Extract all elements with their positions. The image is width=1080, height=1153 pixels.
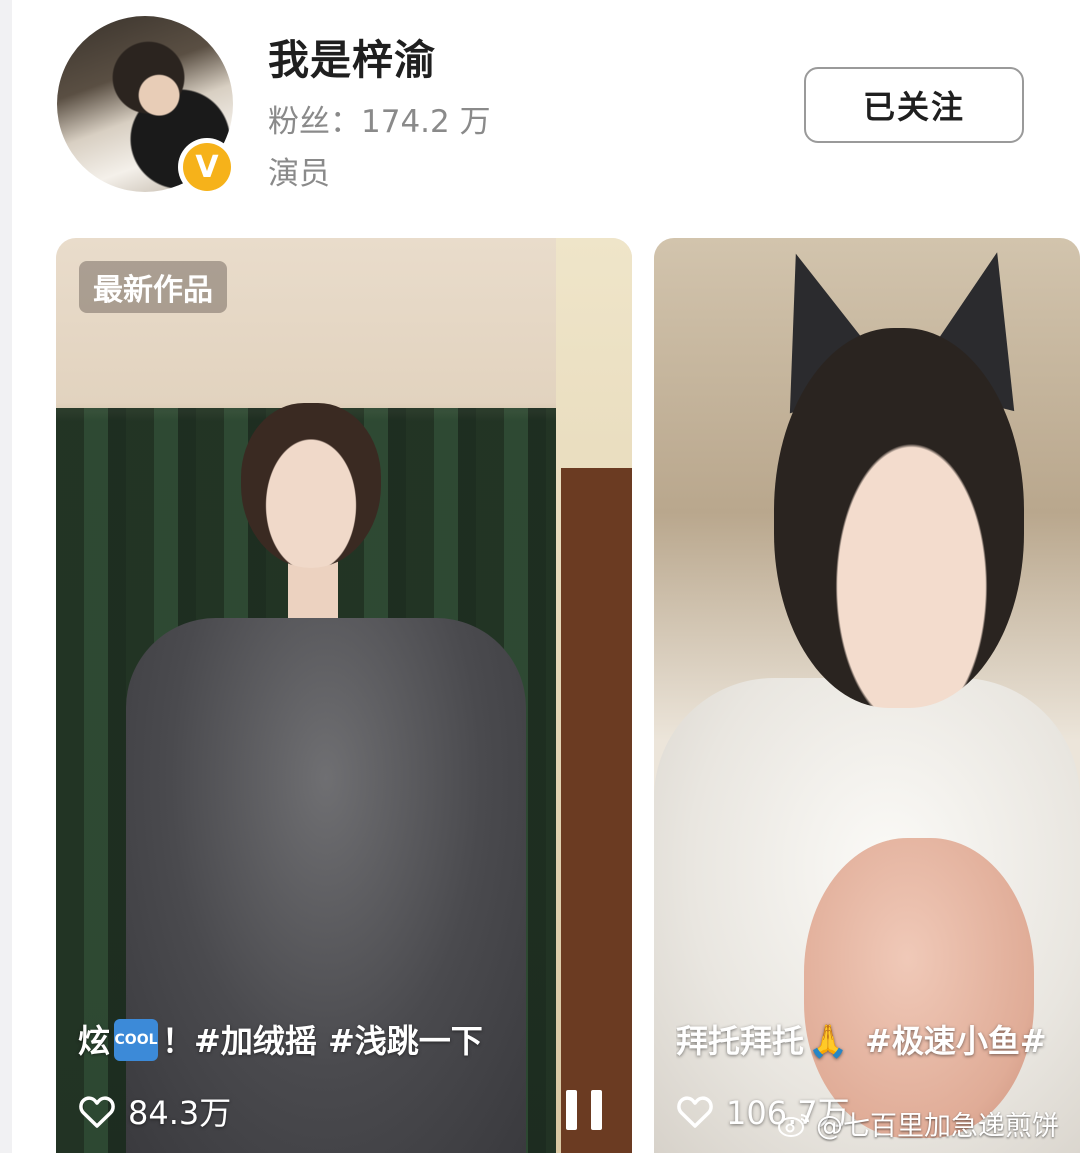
followers-value: 174.2 万 (361, 104, 491, 140)
profession-label: 演员 (268, 156, 330, 192)
pray-emoji-icon: 🙏 (808, 1022, 848, 1060)
like-count-text: 84.3万 (128, 1094, 232, 1132)
cool-emoji-icon: COOL (114, 1019, 159, 1061)
verified-badge-icon: V (178, 138, 236, 196)
video-thumbnail-person-head (774, 328, 1024, 708)
profile-name[interactable]: 我是梓渝 (268, 26, 436, 86)
video-thumbnail-person-head (241, 403, 381, 568)
weibo-watermark: @七百里加急递煎饼 (776, 1104, 1059, 1143)
watermark-text: @七百里加急递煎饼 (816, 1111, 1059, 1142)
video-caption-1[interactable]: 炫 COOL ！#加绒摇 #浅跳一下 (78, 1016, 483, 1067)
latest-work-tag: 最新作品 (79, 261, 227, 313)
following-button[interactable]: 已关注 (804, 67, 1024, 143)
verified-v-icon: V (183, 143, 231, 191)
pause-icon[interactable] (566, 1090, 602, 1130)
video-thumbnail-person-body (126, 618, 526, 1153)
heart-icon (677, 1096, 713, 1128)
caption-hashtags: ！#加绒摇 #浅跳一下 (162, 1022, 483, 1060)
caption-hashtags: #极速小鱼# (853, 1022, 1047, 1060)
video-caption-2[interactable]: 拜托拜托 🙏 #极速小鱼# (676, 1016, 1076, 1064)
followers-count: 粉丝：174.2 万 (268, 96, 491, 141)
video-thumbnail-door (561, 468, 632, 1153)
followers-label: 粉丝： (268, 104, 361, 140)
like-count-1[interactable]: 84.3万 (78, 1088, 231, 1134)
weibo-icon (778, 1113, 809, 1137)
heart-icon (79, 1096, 115, 1128)
caption-text: 炫 (78, 1022, 111, 1060)
page-edge (0, 0, 12, 1153)
caption-text: 拜托拜托 (676, 1022, 805, 1060)
